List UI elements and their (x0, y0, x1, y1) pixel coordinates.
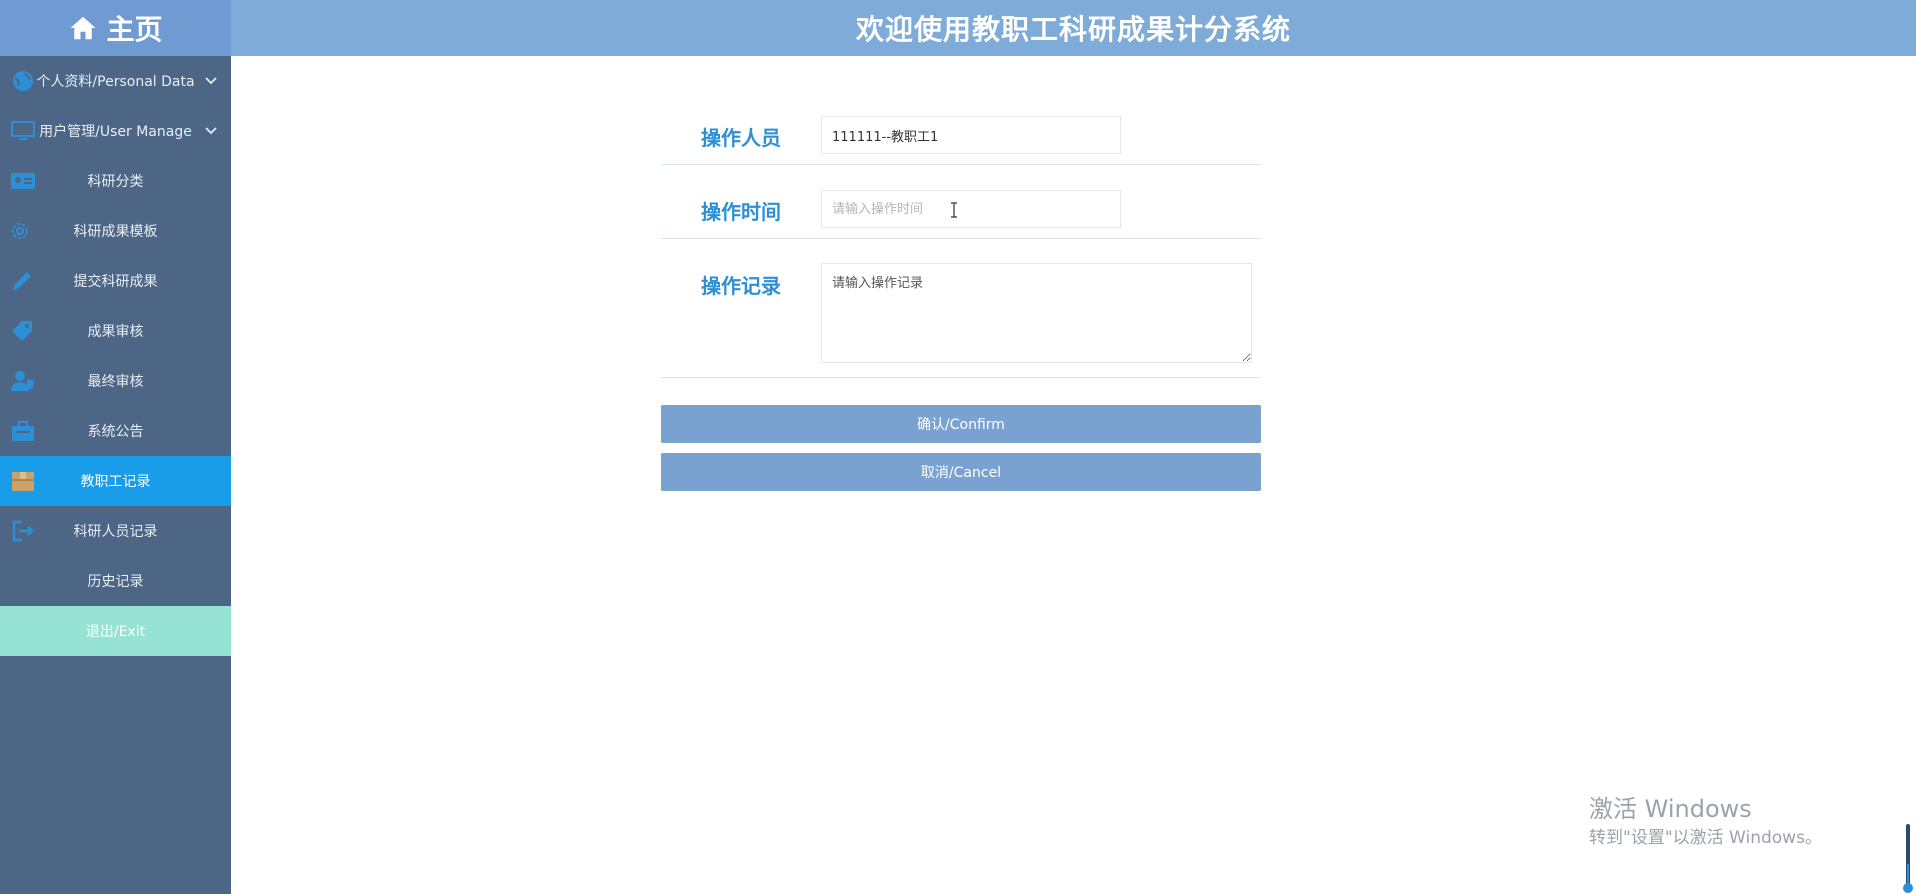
form-row-operator: 操作人员 (661, 104, 1261, 165)
time-label: 操作时间 (701, 200, 781, 224)
page-title: 欢迎使用教职工科研成果计分系统 (855, 13, 1291, 46)
sidebar-item-label: 科研分类 (87, 174, 144, 190)
pencil-icon (13, 272, 31, 290)
box-icon (12, 472, 34, 491)
user-shield-icon (11, 371, 34, 391)
sidebar-item-label: 科研成果模板 (73, 224, 158, 240)
sidebar-item-label: 个人资料/Personal Data (36, 74, 195, 90)
sidebar-item-personal-data[interactable]: 个人资料/Personal Data (0, 56, 231, 106)
sidebar-item-label: 科研人员记录 (73, 524, 158, 540)
monitor-icon (11, 121, 35, 140)
watermark-line2: 转到"设置"以激活 Windows。 (1589, 828, 1822, 848)
gear-icon (12, 223, 28, 239)
sidebar-item-user-manage[interactable]: 用户管理/User Manage (0, 106, 231, 156)
sign-out-icon (12, 520, 34, 542)
globe-icon (13, 71, 33, 91)
sidebar-item-exit[interactable]: 退出/Exit (0, 606, 231, 656)
chevron-down-icon[interactable] (205, 124, 217, 136)
sidebar-item-label: 历史记录 (87, 574, 144, 590)
record-label: 操作记录 (701, 274, 781, 298)
watermark-line1: 激活 Windows (1589, 795, 1752, 823)
operator-input[interactable] (821, 116, 1121, 154)
sidebar-item-label: 退出/Exit (85, 624, 146, 640)
cancel-button[interactable]: 取消/Cancel (661, 453, 1261, 491)
sidebar-menu: 个人资料/Personal Data 用户管理/User Manage 科研分类… (0, 56, 231, 656)
confirm-button[interactable]: 确认/Confirm (661, 405, 1261, 443)
record-textarea[interactable] (821, 263, 1252, 363)
sidebar-item-staff-record[interactable]: 教职工记录 (0, 456, 231, 506)
tag-icon (12, 321, 32, 341)
form-row-record: 操作记录 (661, 239, 1261, 378)
windows-activation-watermark: 激活 Windows 转到"设置"以激活 Windows。 (1589, 794, 1822, 850)
sidebar-item-label: 教职工记录 (80, 474, 151, 490)
sidebar-item-announcement[interactable]: 系统公告 (0, 406, 231, 456)
form-row-time: 操作时间 (661, 165, 1261, 239)
sidebar-item-label: 系统公告 (87, 424, 144, 440)
briefcase-icon (12, 421, 34, 441)
sidebar: 主页 个人资料/Personal Data 用户管理/User Manage 科… (0, 0, 231, 894)
sidebar-item-label: 成果审核 (87, 324, 144, 340)
home-label: 主页 (106, 13, 163, 46)
sidebar-item-researcher-record[interactable]: 科研人员记录 (0, 506, 231, 556)
sidebar-item-label: 最终审核 (87, 374, 144, 390)
id-card-icon (11, 173, 35, 189)
header: 欢迎使用教职工科研成果计分系统 (231, 0, 1916, 56)
sidebar-item-research-category[interactable]: 科研分类 (0, 156, 231, 206)
sidebar-item-label: 用户管理/User Manage (39, 124, 192, 140)
sidebar-item-label: 提交科研成果 (73, 274, 158, 290)
chevron-down-icon[interactable] (205, 74, 217, 86)
time-input[interactable] (821, 190, 1121, 228)
sidebar-item-result-review[interactable]: 成果审核 (0, 306, 231, 356)
sidebar-item-research-template[interactable]: 科研成果模板 (0, 206, 231, 256)
operator-label: 操作人员 (701, 126, 781, 150)
sidebar-item-submit-research[interactable]: 提交科研成果 (0, 256, 231, 306)
sidebar-item-final-review[interactable]: 最终审核 (0, 356, 231, 406)
text-cursor-icon (951, 202, 957, 218)
thermometer-icon (1903, 824, 1913, 893)
record-form: 操作人员 操作时间 操作记录 (661, 104, 1261, 378)
home-link[interactable]: 主页 (0, 0, 231, 56)
sidebar-item-history[interactable]: 历史记录 (0, 556, 231, 606)
home-icon (70, 16, 96, 40)
